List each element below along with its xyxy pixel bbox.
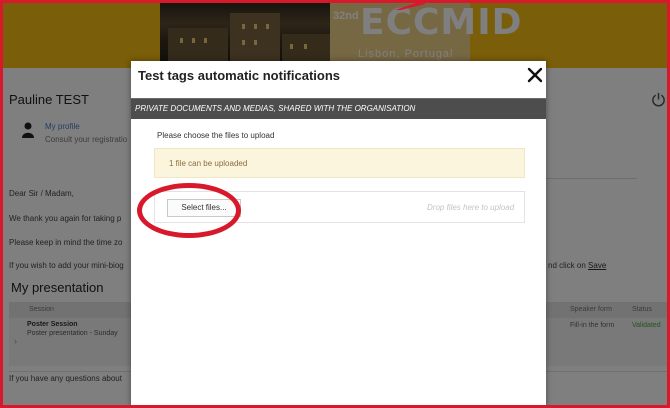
file-dropzone[interactable]: Select files... Drop files here to uploa… <box>154 191 525 223</box>
drop-hint-text: Drop files here to upload <box>427 203 515 212</box>
close-icon[interactable] <box>527 67 543 83</box>
upload-dialog: Test tags automatic notifications Privat… <box>131 61 546 408</box>
upload-limit-notice: 1 file can be uploaded <box>154 148 525 178</box>
dialog-title: Test tags automatic notifications <box>138 68 341 83</box>
section-header: Private documents and medias, shared wit… <box>131 98 546 119</box>
annotation-arrow-icon <box>395 0 425 10</box>
section-title: Private documents and medias, shared wit… <box>135 104 416 113</box>
choose-files-label: Please choose the files to upload <box>157 131 275 140</box>
upload-limit-text: 1 file can be uploaded <box>169 159 248 168</box>
select-files-button[interactable]: Select files... <box>167 199 241 217</box>
